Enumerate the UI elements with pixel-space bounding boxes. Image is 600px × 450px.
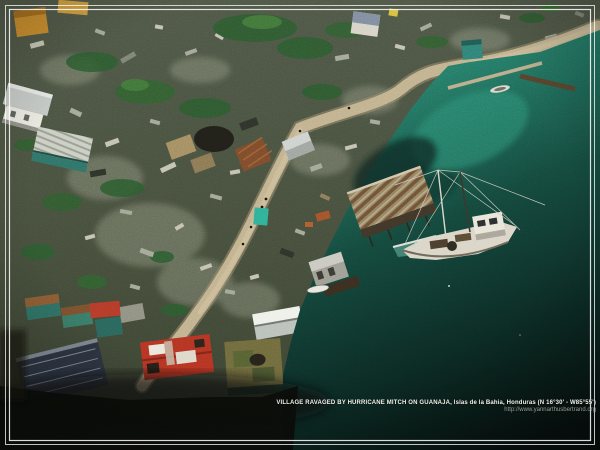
photo-credit-url: http://www.yannarthusbertrand.org xyxy=(276,407,596,414)
photo: VILLAGE RAVAGED BY HURRICANE MITCH ON GU… xyxy=(0,0,600,450)
photo-caption: VILLAGE RAVAGED BY HURRICANE MITCH ON GU… xyxy=(276,400,596,407)
caption-block: VILLAGE RAVAGED BY HURRICANE MITCH ON GU… xyxy=(276,400,596,413)
aerial-photo xyxy=(0,0,600,450)
vignette xyxy=(0,0,600,450)
